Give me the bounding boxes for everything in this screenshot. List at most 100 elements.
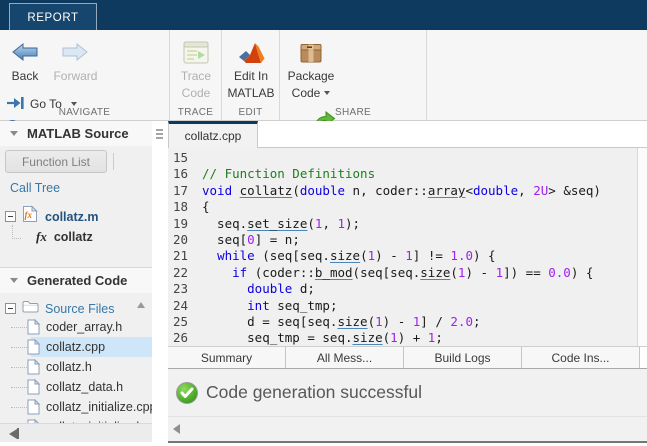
package-dropdown-caret-icon <box>324 91 330 95</box>
panel-splitter[interactable] <box>152 121 168 446</box>
code-text: seq[0] = n; <box>202 232 300 248</box>
trace-code-button[interactable]: Trace Code <box>170 30 222 100</box>
collapse-expander-icon[interactable] <box>5 211 16 222</box>
matlab-source-tree-child[interactable]: fx collatz <box>36 229 93 245</box>
generated-code-header[interactable]: Generated Code <box>0 267 152 293</box>
call-tree-link[interactable]: Call Tree <box>10 181 60 195</box>
line-number: 24 <box>168 298 193 314</box>
file-row[interactable]: collatz.h <box>0 357 152 377</box>
code-token: double <box>300 183 345 198</box>
tab-collatz-cpp[interactable]: collatz.cpp <box>168 121 258 148</box>
section-label-navigate: NAVIGATE <box>0 107 169 118</box>
trace-code-label-line1: Trace <box>181 70 211 84</box>
code-link[interactable]: size <box>337 314 367 329</box>
bottom-tab-code-ins[interactable]: Code Ins... <box>522 347 640 368</box>
back-button[interactable]: Back <box>4 30 46 84</box>
code-link[interactable]: set_size <box>247 216 307 231</box>
code-token: > &seq) <box>548 183 601 198</box>
section-label-share: SHARE <box>280 107 426 118</box>
code-link[interactable]: size <box>353 330 383 345</box>
code-viewer[interactable]: 1516// Function Definitions17void collat… <box>168 148 647 346</box>
code-token: ( <box>360 248 368 263</box>
source-files-root[interactable]: Source Files <box>5 299 114 318</box>
code-line: 23 double d; <box>168 281 647 297</box>
report-ribbon-tab[interactable]: REPORT <box>9 3 97 31</box>
file-row[interactable]: collatz_data.h <box>0 377 152 397</box>
code-token: 1 <box>368 248 376 263</box>
code-text: seq.set_size(1, 1); <box>202 216 360 232</box>
tree-scroll-up-icon[interactable] <box>137 302 145 308</box>
code-link[interactable]: size <box>330 248 360 263</box>
file-row[interactable]: collatz.cpp <box>0 337 152 357</box>
code-token: ) + <box>398 330 428 345</box>
code-token: ); <box>345 216 360 231</box>
bottom-tab-build-logs[interactable]: Build Logs <box>404 347 522 368</box>
sidebar-hscrollbar[interactable] <box>0 423 152 443</box>
bottom-tabs: SummaryAll Mess...Build LogsCode Ins... <box>168 346 647 369</box>
code-token: (seq[seq. <box>255 248 330 263</box>
file-row[interactable]: collatz_initialize.cpp <box>0 397 152 417</box>
code-token: 1 <box>338 216 346 231</box>
code-token: ) { <box>571 265 594 280</box>
forward-arrow-icon <box>62 37 88 67</box>
code-token: , <box>322 216 337 231</box>
skip-to-start-icon[interactable] <box>9 428 19 439</box>
code-line: 21 while (seq[seq.size(1) - 1] != 1.0) { <box>168 248 647 264</box>
code-text: void collatz(double n, coder::array<doub… <box>202 183 601 199</box>
scroll-left-icon[interactable] <box>173 424 180 434</box>
code-token <box>202 248 217 263</box>
code-token: n, coder:: <box>345 183 428 198</box>
forward-button[interactable]: Forward <box>50 30 100 84</box>
code-token <box>202 298 247 313</box>
code-token: ]) == <box>503 265 548 280</box>
edit-in-matlab-label-line2: MATLAB <box>227 87 274 101</box>
file-icon <box>27 379 40 395</box>
code-link[interactable]: size <box>420 265 450 280</box>
bottom-tab-all-mess[interactable]: All Mess... <box>286 347 404 368</box>
code-token: void <box>202 183 232 198</box>
code-token: ) - <box>465 265 495 280</box>
code-text: int seq_tmp; <box>202 298 337 314</box>
code-line: 20 seq[0] = n; <box>168 232 647 248</box>
code-token <box>232 183 240 198</box>
code-token: 1 <box>375 314 383 329</box>
code-token: 2.0 <box>450 314 473 329</box>
function-list-toggle[interactable]: Function List <box>5 150 107 173</box>
matlab-logo-icon <box>237 37 265 67</box>
main-hscrollbar[interactable] <box>168 416 647 442</box>
file-icon <box>27 399 40 415</box>
edit-in-matlab-button[interactable]: Edit In MATLAB <box>222 30 280 100</box>
code-line: 25 d = seq[seq.size(1) - 1] / 2.0; <box>168 314 647 330</box>
collapse-arrow-icon <box>10 278 18 283</box>
code-token: ; <box>435 330 443 345</box>
code-token: ; <box>473 314 481 329</box>
tree-connector <box>11 387 27 388</box>
line-number: 22 <box>168 265 193 281</box>
code-token: 1.0 <box>450 248 473 263</box>
bottom-tab-summary[interactable]: Summary <box>168 347 286 368</box>
code-token: seq[ <box>202 232 247 247</box>
code-line: 15 <box>168 150 647 166</box>
code-token: , <box>518 183 533 198</box>
code-text: seq_tmp = seq.size(1) + 1; <box>202 330 443 346</box>
file-label: collatz.h <box>46 360 92 374</box>
code-token: < <box>465 183 473 198</box>
collapse-expander-icon[interactable] <box>5 303 16 314</box>
package-code-button[interactable]: Package Code <box>282 30 340 100</box>
code-link[interactable]: b_mod <box>315 265 353 280</box>
code-link[interactable]: collatz <box>240 183 293 198</box>
code-token: ( <box>307 216 315 231</box>
file-row[interactable]: coder_array.h <box>0 317 152 337</box>
back-arrow-icon <box>12 37 38 67</box>
code-text: while (seq[seq.size(1) - 1] != 1.0) { <box>202 248 496 264</box>
matlab-source-title: MATLAB Source <box>27 126 129 141</box>
code-text: // Function Definitions <box>202 166 375 182</box>
code-line: 18{ <box>168 199 647 215</box>
code-vscrollbar[interactable] <box>637 148 647 346</box>
code-link[interactable]: array <box>428 183 466 198</box>
package-code-label-line2: Code <box>292 87 331 101</box>
tree-connector <box>11 407 27 408</box>
code-text: double d; <box>202 281 315 297</box>
code-line: 17void collatz(double n, coder::array<do… <box>168 183 647 199</box>
matlab-source-header[interactable]: MATLAB Source <box>0 121 152 146</box>
